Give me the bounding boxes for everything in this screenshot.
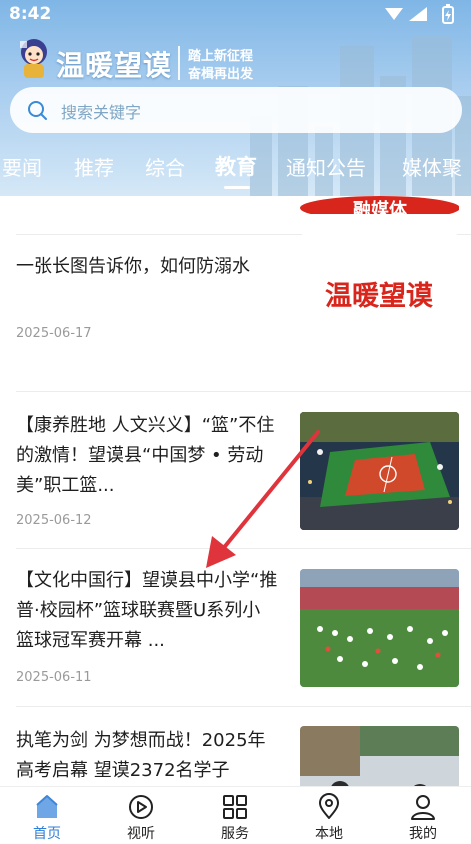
news-feed[interactable]: 融媒体 一张长图告诉你，如何防溺水 2025-06-17 温暖望谟 【康养胜地 … bbox=[0, 196, 471, 786]
active-tab-indicator bbox=[224, 186, 250, 189]
item-date: 2025-06-12 bbox=[16, 513, 92, 528]
wifi-icon bbox=[385, 8, 403, 20]
home-icon bbox=[36, 795, 58, 818]
brand-title: 温暖望谟 bbox=[56, 49, 173, 82]
item-title[interactable]: 执笔为剑 为梦想而战！2025年高考启幕 望谟2372名学子 bbox=[16, 726, 278, 786]
mascot-logo bbox=[20, 39, 47, 78]
basketball-arena-photo bbox=[300, 412, 459, 530]
item-thumbnail[interactable] bbox=[300, 726, 459, 786]
opening-ceremony-photo bbox=[300, 569, 459, 687]
tab-media[interactable]: 媒体聚 bbox=[402, 152, 462, 181]
list-divider bbox=[16, 706, 471, 707]
status-bar: 8:42 bbox=[0, 0, 471, 28]
search-placeholder: 搜索关键字 bbox=[61, 103, 142, 122]
cellular-signal-icon bbox=[409, 7, 427, 21]
item-title[interactable]: 【康养胜地 人文兴义】“篮”不住的激情！望谟县“中国梦 • 劳动美”职工篮... bbox=[16, 411, 278, 501]
status-icons bbox=[385, 4, 454, 24]
status-time: 8:42 bbox=[9, 4, 52, 24]
item-thumbnail[interactable] bbox=[300, 412, 459, 530]
item-date: 2025-06-17 bbox=[16, 326, 92, 341]
brand-slogan-line1: 踏上新征程 bbox=[188, 49, 254, 64]
nav-audiovisual[interactable]: 视听 bbox=[94, 787, 188, 844]
exam-gate-photo bbox=[300, 726, 459, 786]
category-tabs: 要闻 推荐 综合 教育 通知公告 媒体聚 bbox=[0, 146, 471, 190]
nav-profile[interactable]: 我的 bbox=[376, 787, 470, 844]
bottom-nav: 首页 视听 服务 本地 我的 bbox=[0, 786, 471, 844]
brand-row: 温暖望谟 踏上新征程 奋楫再出发 bbox=[0, 34, 471, 86]
item-title[interactable]: 【文化中国行】望谟县中小学“推普·校园杯”篮球联赛暨U系列小篮球冠军赛开幕 ..… bbox=[16, 566, 278, 656]
search-bar[interactable]: 搜索关键字 bbox=[10, 87, 462, 133]
list-divider bbox=[16, 391, 471, 392]
nav-profile-label: 我的 bbox=[409, 826, 437, 842]
grid-icon bbox=[223, 795, 247, 819]
partial-thumb-label: 融媒体 bbox=[353, 199, 408, 214]
brand-divider bbox=[178, 46, 180, 80]
nav-audiovisual-label: 视听 bbox=[127, 826, 155, 842]
tab-recommend[interactable]: 推荐 bbox=[74, 152, 114, 181]
item-thumbnail[interactable] bbox=[300, 569, 459, 687]
search-icon bbox=[28, 101, 47, 120]
app-header: 8:42 温暖望谟 踏上新征程 奋楫再出发 搜索关键字 要闻 推荐 综合 教育 … bbox=[0, 0, 471, 196]
tab-news[interactable]: 要闻 bbox=[2, 152, 42, 181]
nav-home-label: 首页 bbox=[33, 826, 61, 842]
nav-home[interactable]: 首页 bbox=[0, 787, 94, 844]
location-pin-icon bbox=[319, 793, 339, 819]
person-icon bbox=[411, 795, 435, 820]
tab-education[interactable]: 教育 bbox=[215, 151, 257, 181]
item-thumbnail[interactable]: 温暖望谟 bbox=[300, 234, 459, 352]
partial-thumbnail[interactable]: 融媒体 bbox=[300, 196, 459, 214]
play-circle-icon bbox=[129, 795, 153, 819]
tab-notices[interactable]: 通知公告 bbox=[286, 152, 366, 181]
nav-local-label: 本地 bbox=[315, 826, 343, 842]
item-title[interactable]: 一张长图告诉你，如何防溺水 bbox=[16, 252, 278, 282]
item-date: 2025-06-11 bbox=[16, 670, 92, 685]
tab-general[interactable]: 综合 bbox=[145, 152, 185, 181]
nav-services-label: 服务 bbox=[221, 826, 249, 842]
brand-slogan-line2: 奋楫再出发 bbox=[188, 67, 254, 82]
nav-services[interactable]: 服务 bbox=[188, 787, 282, 844]
list-divider bbox=[16, 548, 471, 549]
nav-local[interactable]: 本地 bbox=[282, 787, 376, 844]
thumb-brand-text: 温暖望谟 bbox=[325, 281, 433, 312]
